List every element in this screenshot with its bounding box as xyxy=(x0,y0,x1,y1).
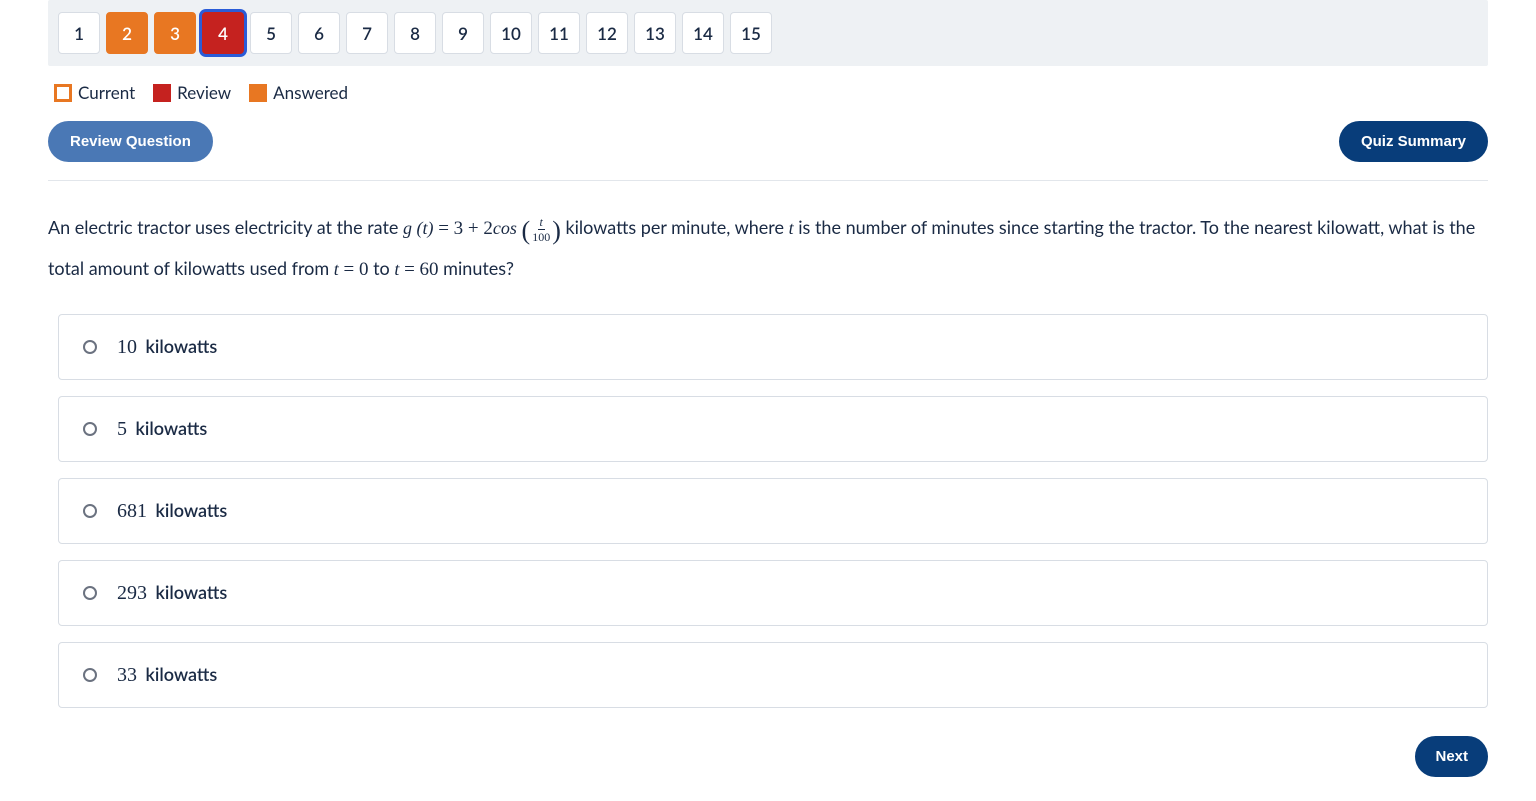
q-eq1: = 60 xyxy=(399,259,438,280)
option-label: 10 kilowatts xyxy=(117,335,217,359)
option-label: 293 kilowatts xyxy=(117,581,227,605)
option-unit: kilowatts xyxy=(151,581,227,603)
fraction: t100 xyxy=(532,216,550,243)
nav-item-12[interactable]: 12 xyxy=(586,12,628,54)
radio-icon xyxy=(83,422,97,436)
divider xyxy=(48,180,1488,181)
option-number: 293 xyxy=(117,582,147,604)
option-label: 681 kilowatts xyxy=(117,499,227,523)
answer-option-4[interactable]: 33 kilowatts xyxy=(58,642,1488,708)
nav-item-13[interactable]: 13 xyxy=(634,12,676,54)
nav-item-9[interactable]: 9 xyxy=(442,12,484,54)
option-number: 5 xyxy=(117,418,127,440)
q-cos: cos xyxy=(493,218,517,238)
quiz-summary-button[interactable]: Quiz Summary xyxy=(1339,121,1488,162)
radio-icon xyxy=(83,586,97,600)
q-mid: kilowatts per minute, where xyxy=(565,216,788,238)
question-text: An electric tractor uses electricity at … xyxy=(48,209,1488,286)
answer-option-1[interactable]: 5 kilowatts xyxy=(58,396,1488,462)
option-number: 33 xyxy=(117,664,137,686)
option-unit: kilowatts xyxy=(131,417,207,439)
nav-item-14[interactable]: 14 xyxy=(682,12,724,54)
radio-icon xyxy=(83,504,97,518)
q-eq0: = 0 xyxy=(339,259,369,280)
rparen-icon: ) xyxy=(552,216,561,245)
option-label: 33 kilowatts xyxy=(117,663,217,687)
legend-current-label: Current xyxy=(78,82,135,103)
nav-item-6[interactable]: 6 xyxy=(298,12,340,54)
frac-num: t xyxy=(538,216,545,230)
answer-option-3[interactable]: 293 kilowatts xyxy=(58,560,1488,626)
legend-current: Current xyxy=(54,82,135,103)
legend: Current Review Answered xyxy=(48,76,1488,121)
option-number: 10 xyxy=(117,336,137,358)
nav-item-8[interactable]: 8 xyxy=(394,12,436,54)
q-g: g (t) xyxy=(403,218,434,238)
nav-item-7[interactable]: 7 xyxy=(346,12,388,54)
q-post2: minutes? xyxy=(439,257,514,279)
option-number: 681 xyxy=(117,500,147,522)
q-to: to xyxy=(368,257,394,279)
option-label: 5 kilowatts xyxy=(117,417,207,441)
q-pre: An electric tractor uses electricity at … xyxy=(48,216,403,238)
legend-answered: Answered xyxy=(249,82,348,103)
next-button[interactable]: Next xyxy=(1415,736,1488,777)
answer-options: 10 kilowatts5 kilowatts681 kilowatts293 … xyxy=(58,314,1488,708)
answer-option-0[interactable]: 10 kilowatts xyxy=(58,314,1488,380)
lparen-icon: ( xyxy=(522,216,531,245)
option-unit: kilowatts xyxy=(151,499,227,521)
question-nav: 123456789101112131415 xyxy=(48,0,1488,66)
nav-item-5[interactable]: 5 xyxy=(250,12,292,54)
legend-answered-label: Answered xyxy=(273,82,348,103)
radio-icon xyxy=(83,340,97,354)
option-unit: kilowatts xyxy=(141,335,217,357)
nav-item-1[interactable]: 1 xyxy=(58,12,100,54)
legend-review: Review xyxy=(153,82,231,103)
option-unit: kilowatts xyxy=(141,663,217,685)
swatch-current-icon xyxy=(54,84,72,102)
nav-item-2[interactable]: 2 xyxy=(106,12,148,54)
answer-option-2[interactable]: 681 kilowatts xyxy=(58,478,1488,544)
nav-item-3[interactable]: 3 xyxy=(154,12,196,54)
swatch-answered-icon xyxy=(249,84,267,102)
legend-review-label: Review xyxy=(177,82,231,103)
q-eq: = 3 + 2 xyxy=(433,218,492,239)
nav-item-11[interactable]: 11 xyxy=(538,12,580,54)
swatch-review-icon xyxy=(153,84,171,102)
nav-item-10[interactable]: 10 xyxy=(490,12,532,54)
nav-item-15[interactable]: 15 xyxy=(730,12,772,54)
review-question-button[interactable]: Review Question xyxy=(48,121,213,162)
radio-icon xyxy=(83,668,97,682)
frac-den: 100 xyxy=(532,230,550,243)
nav-item-4[interactable]: 4 xyxy=(202,12,244,54)
